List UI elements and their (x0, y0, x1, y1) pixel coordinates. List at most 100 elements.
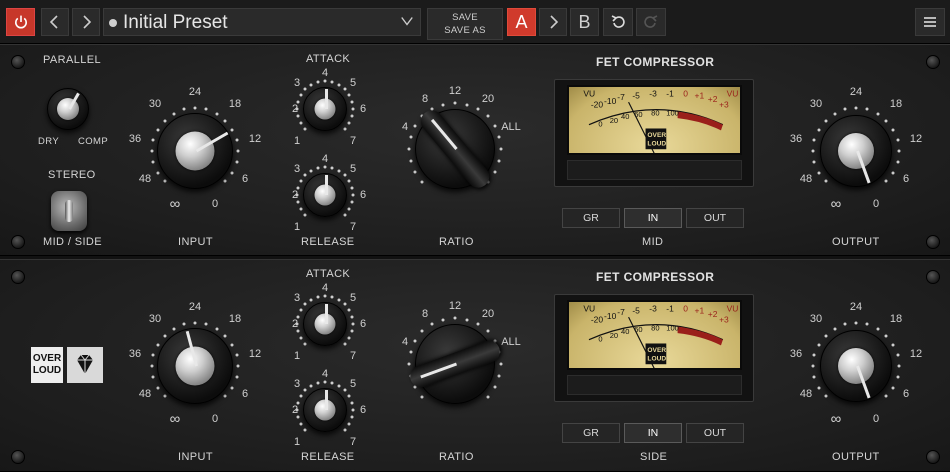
scale-dot (230, 343, 234, 346)
preset-name: Initial Preset (123, 12, 228, 33)
scale-dot (896, 353, 900, 357)
save-as-button[interactable]: SAVE AS (428, 24, 502, 37)
menu-button[interactable] (915, 8, 945, 36)
scale-dot (347, 336, 351, 340)
knob-pointer (325, 175, 328, 195)
scale-tick-label: 24 (188, 301, 202, 313)
screw (11, 270, 25, 284)
input-knob[interactable] (157, 113, 233, 189)
ratio-knob[interactable] (415, 105, 495, 193)
input-knob[interactable] (157, 328, 233, 404)
scale-dot (299, 394, 303, 398)
power-button[interactable] (6, 8, 35, 36)
scale-tick-label: 5 (349, 292, 357, 304)
stereo-label: STEREO (48, 169, 96, 181)
preset-selector[interactable]: Initial Preset (103, 8, 421, 36)
ratio-knob[interactable] (407, 324, 503, 404)
scale-dot (299, 179, 303, 183)
scale-dot (316, 80, 320, 84)
next-preset-button[interactable] (72, 8, 100, 36)
scale-tick-label: 6 (902, 173, 910, 185)
scale-dot (896, 375, 900, 379)
scale-dot (296, 401, 300, 405)
save-button[interactable]: SAVE (428, 11, 502, 24)
meter-in-button[interactable]: IN (624, 208, 682, 228)
meter-title: FET COMPRESSOR (596, 55, 715, 69)
ab-b-button[interactable]: B (570, 8, 599, 36)
chevron-down-icon (401, 17, 413, 26)
scale-tick-label: 1 (293, 436, 301, 448)
scale-dot (204, 322, 208, 326)
scale-dot (151, 375, 155, 379)
scale-dot (193, 321, 197, 325)
output-knob[interactable] (820, 330, 892, 402)
scale-dot (347, 394, 351, 398)
vu-scale-label: 100 (666, 323, 679, 332)
scale-tick-label: 4 (321, 282, 329, 294)
meter-out-button[interactable]: OUT (686, 423, 744, 443)
scale-dot (420, 180, 424, 184)
scale-tick-label: 30 (809, 98, 823, 110)
vu-scale-label: +2 (708, 309, 718, 319)
scale-dot (347, 422, 351, 426)
scale-dot (350, 200, 354, 204)
vu-scale-label: +3 (719, 315, 729, 325)
scale-dot (151, 160, 155, 164)
vu-scale-label: -3 (649, 88, 657, 98)
logo-word: OVER (32, 353, 62, 364)
scale-dot (323, 294, 327, 298)
release-knob[interactable] (303, 388, 347, 432)
scale-dot (884, 179, 888, 183)
vu-scale-label: -7 (617, 92, 625, 102)
scale-dot (343, 87, 347, 91)
scale-dot (215, 112, 218, 116)
attack-knob[interactable] (303, 302, 347, 346)
vu-brand-text: LOUD (647, 140, 666, 147)
scale-dot (343, 302, 347, 306)
redo-button[interactable] (636, 8, 666, 36)
vu-scale-label: VU (727, 303, 739, 313)
scale-dot (884, 119, 888, 123)
scale-tick-label: 7 (349, 350, 357, 362)
power-icon (14, 15, 27, 29)
scale-dot (343, 342, 347, 346)
scale-dot (235, 375, 239, 379)
scale-dot (897, 364, 901, 368)
output-label: OUTPUT (832, 451, 880, 463)
scale-dot (430, 322, 434, 326)
scale-tick-label: 20 (481, 308, 495, 320)
scale-dot (323, 79, 327, 83)
ab-copy-button[interactable] (539, 8, 567, 36)
vu-scale-label: -10 (604, 96, 617, 106)
ab-a-button[interactable]: A (507, 8, 536, 36)
release-knob[interactable] (303, 173, 347, 217)
output-knob[interactable] (820, 115, 892, 187)
scale-dot (151, 138, 155, 142)
scale-dot (156, 343, 160, 346)
scale-dot (323, 380, 327, 384)
scale-dot (295, 193, 299, 197)
parallel-knob[interactable] (47, 88, 89, 130)
scale-dot (812, 160, 816, 164)
scale-dot (811, 364, 815, 368)
meter-gr-button[interactable]: GR (562, 423, 620, 443)
scale-dot (476, 107, 480, 111)
meter-in-button[interactable]: IN (624, 423, 682, 443)
scale-dot (236, 149, 240, 153)
scale-dot (303, 342, 307, 346)
ratio-label: RATIO (439, 451, 474, 463)
scale-tick-label: 6 (241, 388, 249, 400)
undo-button[interactable] (603, 8, 633, 36)
scale-dot (316, 381, 320, 385)
meter-out-button[interactable]: OUT (686, 208, 744, 228)
stereo-mode-switch[interactable] (51, 191, 87, 231)
attack-knob[interactable] (303, 87, 347, 131)
scale-tick-label: 18 (889, 98, 903, 110)
scale-tick-label: 0 (211, 413, 219, 425)
scale-tick-label: 3 (293, 77, 301, 89)
previous-preset-button[interactable] (41, 8, 69, 36)
meter-gr-button[interactable]: GR (562, 208, 620, 228)
scale-dot (215, 327, 218, 331)
scale-tick-label: 8 (421, 93, 429, 105)
vu-scale-label: -20 (591, 100, 604, 110)
